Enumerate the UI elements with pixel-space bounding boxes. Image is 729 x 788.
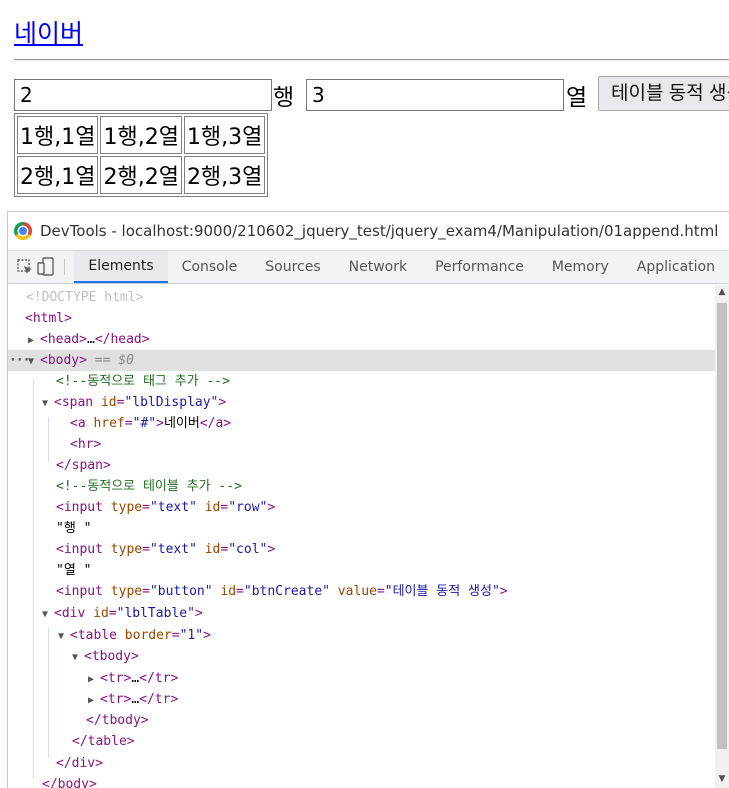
dom-node-body[interactable]: ··· ▼ <body> == $0 <box>8 350 715 371</box>
dom-node-input-col[interactable]: <input type="text" id="col"> <box>8 539 715 560</box>
scroll-down-icon[interactable]: ▼ <box>715 774 729 784</box>
create-table-button[interactable]: 테이블 동적 생성 <box>598 76 729 111</box>
dom-node-tbody-close[interactable]: </tbody> <box>8 710 715 731</box>
toolbar-divider <box>63 259 65 275</box>
table-cell: 1행,3열 <box>183 116 266 154</box>
collapse-triangle-icon[interactable]: ▼ <box>42 604 54 625</box>
tab-elements[interactable]: Elements <box>74 251 168 283</box>
collapse-triangle-icon[interactable]: ▼ <box>28 351 40 372</box>
scroll-up-icon[interactable]: ▲ <box>715 287 729 297</box>
dom-node-text[interactable]: "열 " <box>8 560 715 581</box>
generated-table: 1행,1열 1행,2열 1행,3열 2행,1열 2행,2열 2행,3열 <box>14 113 269 197</box>
table-cell: 1행,2열 <box>100 116 182 154</box>
tab-memory[interactable]: Memory <box>538 251 623 283</box>
dom-node-span-close[interactable]: </span> <box>8 455 715 476</box>
tab-performance[interactable]: Performance <box>421 251 538 283</box>
device-toolbar-icon[interactable] <box>37 251 56 283</box>
elements-tree: <!DOCTYPE html> <html> ▶ <head>…</head> ·… <box>8 285 715 788</box>
dom-node-div[interactable]: ▼ <div id="lblTable"> <box>8 603 715 624</box>
dom-node-span[interactable]: ▼ <span id="lblDisplay"> <box>8 392 715 413</box>
tab-sources[interactable]: Sources <box>251 251 334 283</box>
dom-node-input-button[interactable]: <input type="button" id="btnCreate" valu… <box>8 581 715 602</box>
dom-node-input-row[interactable]: <input type="text" id="row"> <box>8 497 715 518</box>
col-unit-label: 열 <box>566 85 588 111</box>
dom-node-tr[interactable]: ▶ <tr>…</tr> <box>8 668 715 689</box>
expand-triangle-icon[interactable]: ▶ <box>28 330 40 351</box>
dom-node-tbody[interactable]: ▼ <tbody> <box>8 646 715 667</box>
tab-network[interactable]: Network <box>335 251 421 283</box>
dom-node-body-close[interactable]: </body> <box>8 774 715 788</box>
table-cell: 2행,2열 <box>100 156 182 194</box>
devtools-window: DevTools - localhost:9000/210602_jquery_… <box>7 211 729 788</box>
tab-console[interactable]: Console <box>168 251 252 283</box>
col-input[interactable] <box>306 79 564 111</box>
dom-node-table[interactable]: ▼ <table border="1"> <box>8 625 715 646</box>
collapse-triangle-icon[interactable]: ▼ <box>58 626 70 647</box>
row-input[interactable] <box>14 79 272 111</box>
horizontal-rule <box>14 59 729 61</box>
tab-application[interactable]: Application <box>623 251 729 283</box>
more-options-icon[interactable]: ··· <box>9 350 31 371</box>
dom-node-html[interactable]: <html> <box>8 308 715 329</box>
page-content: 네이버 행 열 테이블 동적 생성 1행,1열 1행,2열 1행,3열 2행,1… <box>0 0 729 210</box>
naver-link[interactable]: 네이버 <box>14 14 83 50</box>
table-cell: 2행,3열 <box>183 156 266 194</box>
collapse-triangle-icon[interactable]: ▼ <box>72 647 84 668</box>
dom-node-div-close[interactable]: </div> <box>8 753 715 774</box>
expand-triangle-icon[interactable]: ▶ <box>88 669 100 690</box>
chrome-logo-icon <box>14 222 32 240</box>
dom-node-table-close[interactable]: </table> <box>8 731 715 752</box>
inspect-element-icon[interactable] <box>16 251 35 283</box>
dom-node-text[interactable]: "행 " <box>8 518 715 539</box>
table-cell: 2행,1열 <box>17 156 99 194</box>
scrollbar-thumb[interactable] <box>717 303 727 749</box>
elements-scrollbar[interactable]: ▲ ▼ <box>715 285 729 788</box>
table-cell: 1행,1열 <box>17 116 99 154</box>
dom-node-doctype[interactable]: <!DOCTYPE html> <box>8 287 715 308</box>
dom-node-head[interactable]: ▶ <head>…</head> <box>8 329 715 350</box>
dom-node-comment[interactable]: <!--동적으로 태그 추가 --> <box>8 371 715 392</box>
row-unit-label: 행 <box>273 85 295 111</box>
devtools-title: DevTools - localhost:9000/210602_jquery_… <box>40 222 719 240</box>
dom-node-hr[interactable]: <hr> <box>8 434 715 455</box>
dom-node-a[interactable]: <a href="#">네이버</a> <box>8 413 715 434</box>
devtools-titlebar: DevTools - localhost:9000/210602_jquery_… <box>8 212 729 250</box>
dom-node-tr[interactable]: ▶ <tr>…</tr> <box>8 689 715 710</box>
devtools-tabbar: Elements Console Sources Network Perform… <box>8 250 729 284</box>
table-row: 2행,1열 2행,2열 2행,3열 <box>17 156 266 194</box>
collapse-triangle-icon[interactable]: ▼ <box>42 393 54 414</box>
table-row: 1행,1열 1행,2열 1행,3열 <box>17 116 266 154</box>
expand-triangle-icon[interactable]: ▶ <box>88 690 100 711</box>
dom-node-comment[interactable]: <!--동적으로 테이블 추가 --> <box>8 476 715 497</box>
